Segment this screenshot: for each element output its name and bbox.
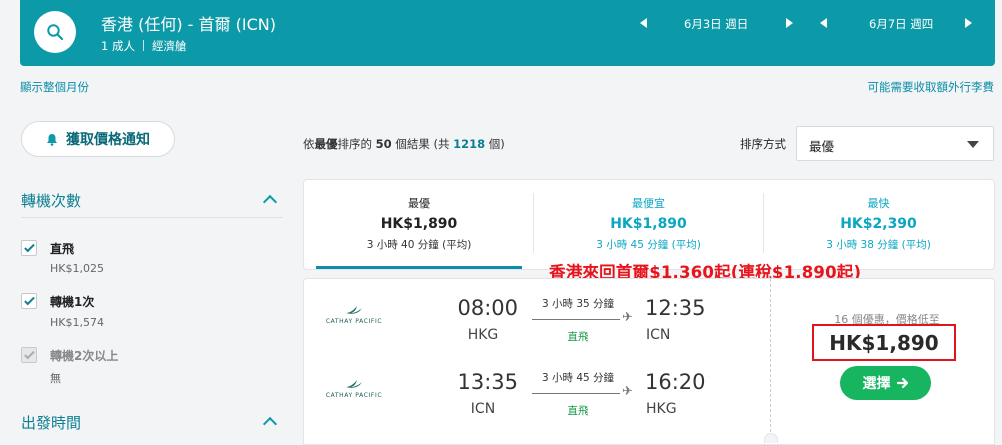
route-line (532, 319, 620, 320)
summary-sort: 最優 (314, 137, 338, 151)
stops-one-checkbox[interactable] (21, 293, 37, 309)
tab-duration: 3 小時 38 分鐘 (平均) (826, 239, 931, 251)
chevron-up-icon[interactable] (262, 194, 278, 210)
divider (533, 193, 534, 253)
summary-text: 依 (303, 137, 315, 151)
sort-value: 最優 (809, 139, 835, 154)
stops-info: 直飛 (567, 405, 589, 417)
arrival-airport: HKG (646, 401, 677, 417)
departure-time: 08:00 (457, 296, 518, 320)
check-icon (24, 241, 35, 253)
airline-logo: CATHAY PACIFIC (324, 305, 384, 325)
cathay-bird-icon (346, 306, 362, 314)
divider (21, 217, 283, 218)
departure-airport: ICN (470, 401, 496, 417)
passenger-count: 1 成人 (101, 39, 135, 53)
divider (142, 40, 144, 51)
outbound-leg: CATHAY PACIFIC 08:00 HKG 3 小時 35 分鐘 ✈ 直飛… (304, 293, 764, 353)
results-summary: 依最優排序的 50 個結果 (共 1218 個) (303, 136, 505, 152)
check-icon (24, 348, 35, 360)
chevron-up-icon[interactable] (262, 416, 278, 432)
bell-icon (47, 133, 57, 146)
tab-best[interactable]: 最優 HK$1,890 3 小時 40 分鐘 (平均) (316, 180, 522, 269)
flight-duration: 3 小時 45 分鐘 (541, 372, 615, 384)
tab-duration: 3 小時 40 分鐘 (平均) (366, 239, 472, 251)
price-alert-button[interactable]: 獲取價格通知 (21, 121, 175, 157)
return-date[interactable]: 6月7日 週四 (869, 16, 933, 32)
sort-select[interactable]: 最優 (796, 126, 994, 161)
summary-text: 個結果 (共 (391, 137, 454, 151)
tab-duration: 3 小時 45 分鐘 (平均) (596, 239, 701, 251)
tab-fastest[interactable]: 最快 HK$2,390 3 小時 38 分鐘 (平均) (766, 180, 991, 269)
tab-price: HK$2,390 (840, 216, 917, 232)
search-icon (47, 24, 64, 41)
summary-text: 排序的 (337, 137, 373, 151)
tab-price: HK$1,890 (610, 216, 687, 232)
summary-count: 50 (375, 137, 392, 151)
airline-logo: CATHAY PACIFIC (324, 379, 384, 399)
arrival-airport: ICN (646, 327, 671, 343)
depart-date[interactable]: 6月3日 週日 (684, 16, 748, 32)
trip-meta: 1 成人 經濟艙 (101, 38, 186, 54)
stops-option-label: 轉機2次以上 (50, 349, 119, 363)
active-tab-indicator (316, 266, 522, 269)
summary-text: 個) (485, 137, 505, 151)
departure-airport: HKG (467, 327, 499, 343)
show-month-link[interactable]: 顯示整個月份 (20, 79, 89, 95)
flight-duration: 3 小時 35 分鐘 (541, 298, 615, 310)
departure-time: 13:35 (457, 370, 518, 394)
caret-down-icon (967, 141, 979, 148)
stops-option-price: HK$1,025 (50, 262, 104, 275)
divider (763, 193, 764, 253)
airline-name: CATHAY PACIFIC (325, 392, 383, 399)
stops-option-label: 直飛 (50, 242, 75, 256)
select-flight-button[interactable]: 選擇 (840, 366, 931, 400)
summary-total: 1218 (453, 137, 486, 151)
sort-tabs: 最優 HK$1,890 3 小時 40 分鐘 (平均) 最便宜 HK$1,890… (303, 179, 995, 270)
plane-icon: ✈ (622, 310, 633, 325)
cabin-class: 經濟艙 (151, 39, 187, 53)
plane-icon: ✈ (622, 384, 633, 399)
next-day-arrow-icon[interactable] (965, 18, 972, 28)
stops-option-label: 轉機1次 (50, 295, 95, 309)
ticket-notch (764, 433, 778, 443)
tab-title: 最優 (408, 197, 430, 210)
search-summary-bar[interactable]: 香港 (任何) - 首爾 (ICN) 1 成人 經濟艙 6月3日 週日 6月7日 … (20, 0, 995, 66)
inbound-leg: CATHAY PACIFIC 13:35 ICN 3 小時 45 分鐘 ✈ 直飛… (304, 367, 764, 427)
tab-price: HK$1,890 (380, 216, 458, 232)
airline-name: CATHAY PACIFIC (325, 318, 383, 325)
divider (770, 279, 771, 437)
tab-title: 最快 (867, 197, 890, 210)
next-day-arrow-icon[interactable] (786, 18, 793, 28)
departure-time-filter-title[interactable]: 出發時間 (21, 412, 81, 433)
baggage-fee-link[interactable]: 可能需要收取額外行李費 (868, 79, 995, 95)
stops-info: 直飛 (567, 331, 589, 343)
tab-title: 最便宜 (632, 197, 665, 210)
flight-result-card[interactable]: CATHAY PACIFIC 08:00 HKG 3 小時 35 分鐘 ✈ 直飛… (303, 278, 995, 445)
stops-option-price: HK$1,574 (50, 316, 104, 329)
prev-day-arrow-icon[interactable] (640, 18, 647, 28)
arrival-time: 12:35 (645, 296, 706, 320)
route-title: 香港 (任何) - 首爾 (ICN) (101, 15, 276, 34)
tab-cheapest[interactable]: 最便宜 HK$1,890 3 小時 45 分鐘 (平均) (536, 180, 761, 269)
sort-label: 排序方式 (740, 137, 786, 151)
route-line (532, 393, 620, 394)
stops-option-price: 無 (50, 372, 61, 385)
stops-filter-title[interactable]: 轉機次數 (21, 190, 81, 211)
stops-direct-checkbox[interactable] (21, 240, 37, 256)
arrival-time: 16:20 (645, 370, 706, 394)
check-icon (24, 294, 35, 306)
return-date-nav: 6月7日 週四 (820, 14, 980, 34)
arrow-right-icon (896, 377, 908, 389)
cathay-bird-icon (346, 380, 362, 388)
prev-day-arrow-icon[interactable] (820, 18, 827, 28)
price-alert-label: 獲取價格通知 (66, 132, 150, 148)
flight-price: HK$1,890 (812, 324, 956, 361)
depart-date-nav: 6月3日 週日 (640, 14, 800, 34)
stops-two-plus-checkbox (21, 347, 37, 363)
search-button[interactable] (34, 11, 76, 53)
select-label: 選擇 (862, 376, 891, 392)
